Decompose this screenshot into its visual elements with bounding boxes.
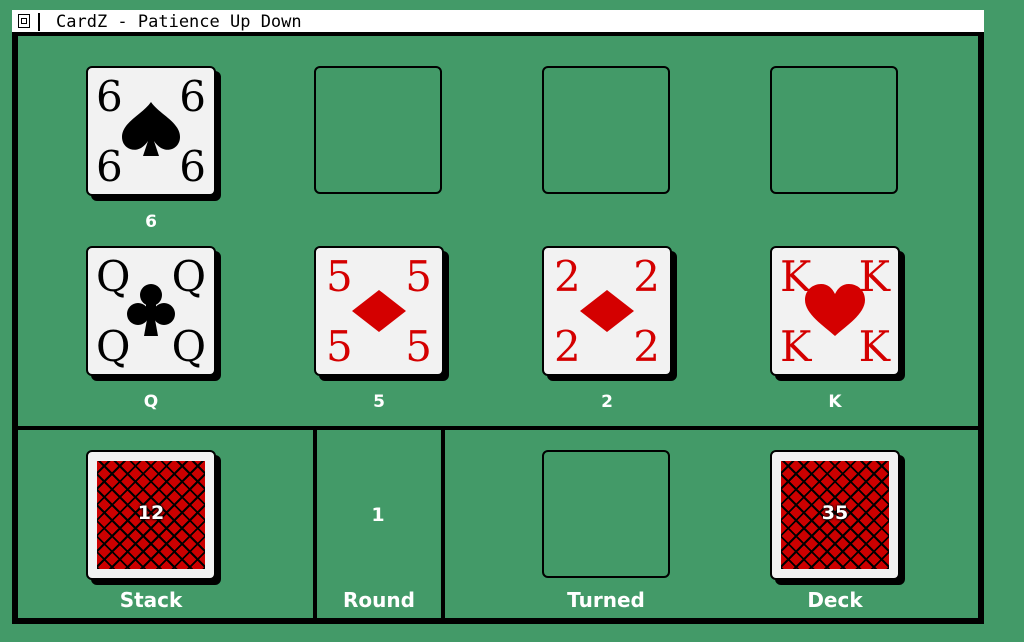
card-6-spade[interactable]: 6 6 6 6	[86, 66, 216, 196]
card-k-heart[interactable]: K K K K	[770, 246, 900, 376]
club-icon	[127, 284, 175, 336]
round-panel: 1 Round	[317, 430, 441, 618]
turned-slot[interactable]	[542, 450, 670, 578]
diamond-icon	[352, 290, 406, 332]
card-2-diamond[interactable]: 2 2 2 2	[542, 246, 672, 376]
game-window: CardZ - Patience Up Down 6 6 6 6 6 Q Q Q…	[12, 10, 984, 624]
stack-label: Stack	[119, 588, 183, 612]
deck-count: 35	[821, 502, 849, 524]
card-q-club[interactable]: Q Q Q Q	[86, 246, 216, 376]
stack-panel: 12 Stack	[18, 430, 313, 618]
empty-slot-2[interactable]	[314, 66, 442, 194]
round-value: 1	[371, 504, 385, 526]
pile-1-label: 6	[145, 212, 157, 232]
title-bar: CardZ - Patience Up Down	[12, 10, 984, 34]
diamond-icon	[580, 290, 634, 332]
spade-icon	[122, 102, 180, 156]
pile-6-label: 5	[373, 392, 385, 412]
turned-label: Turned	[567, 588, 645, 612]
window-title: CardZ - Patience Up Down	[56, 12, 302, 32]
pile-8-label: K	[828, 392, 842, 412]
deck-pile[interactable]: 35	[770, 450, 900, 580]
empty-slot-3[interactable]	[542, 66, 670, 194]
stack-count: 12	[137, 502, 165, 524]
pile-7-label: 2	[601, 392, 613, 412]
empty-slot-4[interactable]	[770, 66, 898, 194]
title-separator	[38, 13, 40, 31]
close-box-icon[interactable]	[18, 14, 30, 28]
pile-5-label: Q	[143, 392, 159, 412]
card-5-diamond[interactable]: 5 5 5 5	[314, 246, 444, 376]
heart-icon	[805, 284, 865, 336]
deck-label: Deck	[807, 588, 863, 612]
stack-pile[interactable]: 12	[86, 450, 216, 580]
turned-deck-panel: Turned 35 Deck	[445, 430, 978, 618]
round-label: Round	[343, 588, 415, 612]
tableau-area: 6 6 6 6 6 Q Q Q Q Q 5 5 5 5 5 2 2 2 2 2 …	[18, 36, 978, 426]
